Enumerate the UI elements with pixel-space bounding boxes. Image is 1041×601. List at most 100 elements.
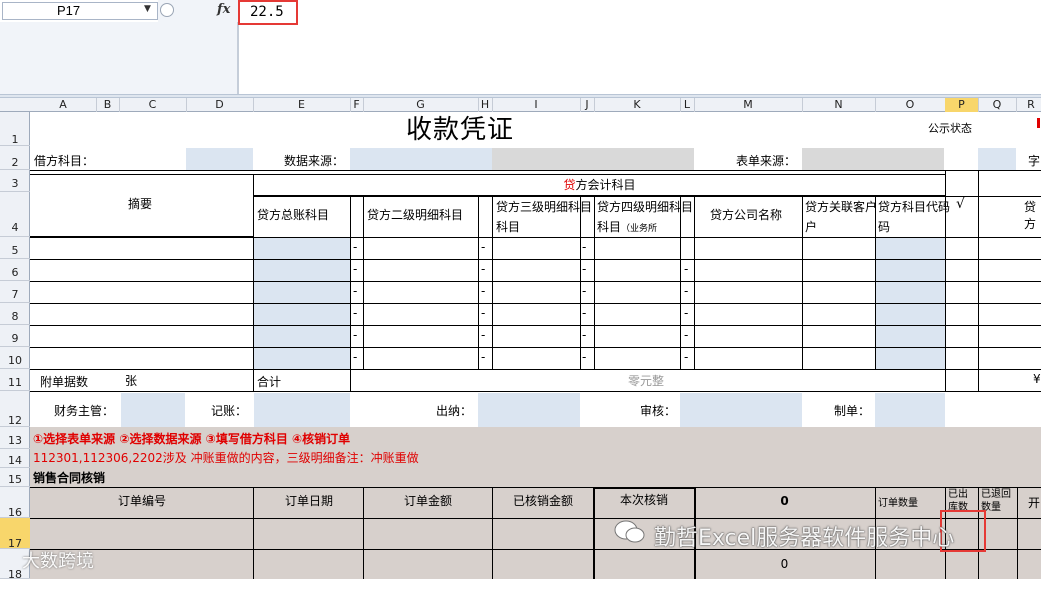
column-header[interactable]: R	[1016, 98, 1041, 112]
row-header[interactable]: 14	[0, 449, 30, 468]
data-source-label: 数据来源：	[284, 154, 345, 168]
preparer-input[interactable]	[875, 393, 945, 427]
q2-input[interactable]	[978, 148, 1016, 170]
row-header-selected[interactable]: 17	[0, 518, 30, 550]
column-header-selected[interactable]: P	[945, 98, 979, 112]
grid-line	[253, 487, 254, 579]
column-header[interactable]: O	[875, 98, 946, 112]
dash: -	[481, 306, 486, 320]
insert-function-icon[interactable]: fx	[217, 2, 230, 17]
dash: -	[684, 306, 689, 320]
grid-line	[680, 196, 681, 369]
row-header[interactable]: 15	[0, 468, 30, 487]
row18-zero: 0	[780, 557, 789, 571]
dash: -	[582, 328, 587, 342]
column-header[interactable]: B	[96, 98, 120, 112]
total-zero: 0	[780, 494, 789, 508]
column-header[interactable]: E	[253, 98, 351, 112]
formula-input[interactable]	[238, 0, 1041, 94]
dash: -	[353, 328, 358, 342]
credit-level4-header-2: 科目（业务所	[597, 220, 658, 234]
row-header[interactable]: 13	[0, 427, 30, 449]
grid-line	[593, 487, 595, 579]
check-mark: √	[956, 196, 965, 212]
formula-value[interactable]: 22.5	[238, 0, 298, 25]
row-header[interactable]: 5	[0, 237, 30, 259]
order-no-header: 订单编号	[117, 494, 166, 508]
grid-line	[30, 518, 1041, 519]
row-header[interactable]: 3	[0, 170, 30, 192]
row-header[interactable]: 4	[0, 192, 30, 237]
row-header[interactable]: 9	[0, 325, 30, 347]
column-header[interactable]: K	[594, 98, 681, 112]
red-marker	[1037, 118, 1040, 128]
column-header[interactable]: A	[30, 98, 97, 112]
finance-manager-input[interactable]	[121, 393, 185, 427]
grid-line	[350, 369, 351, 391]
column-header[interactable]: D	[186, 98, 254, 112]
column-header[interactable]: M	[694, 98, 803, 112]
name-box[interactable]: P17	[2, 2, 158, 20]
column-header[interactable]: Q	[978, 98, 1017, 112]
dash: -	[582, 240, 587, 254]
credit-accounting-header: 贷方会计科目	[254, 174, 945, 196]
row-header[interactable]: 16	[0, 487, 30, 519]
name-box-pane	[0, 22, 238, 94]
grid-line	[254, 196, 1041, 197]
column-header[interactable]: I	[492, 98, 581, 112]
bookkeeper-input[interactable]	[254, 393, 350, 427]
dash: -	[684, 262, 689, 276]
cashier-input[interactable]	[478, 393, 580, 427]
grid-line	[30, 487, 1041, 488]
grid-line	[492, 196, 493, 369]
dash: -	[684, 328, 689, 342]
column-header[interactable]: N	[802, 98, 876, 112]
worksheet-grid[interactable]: 收款凭证 公示状态 借方科目： 数据来源： 表单来源： 字 摘要 贷方会计科目 …	[30, 112, 1041, 579]
column-header[interactable]: H	[478, 98, 493, 112]
credit-extra-header: 贷方	[1024, 200, 1037, 231]
wechat-icon	[614, 520, 646, 544]
note-text: 112301,112306,2202涉及 冲账重做的内容，三级明细备注：冲账重做	[33, 451, 419, 465]
dash: -	[481, 262, 486, 276]
written-off-amount-header: 已核销金额	[512, 494, 573, 508]
credit-accounting-label: 方会计科目	[575, 178, 636, 192]
column-header-bar: A B C D E F G H I J K L M N O P Q R	[0, 98, 1041, 112]
column-header[interactable]: F	[350, 98, 364, 112]
column-header[interactable]: L	[680, 98, 695, 112]
row-header[interactable]: 11	[0, 369, 30, 391]
credit-level4-sub: （业务所	[621, 224, 658, 234]
order-amount-header: 订单金额	[403, 494, 452, 508]
row-header[interactable]: 12	[0, 391, 30, 427]
auditor-input[interactable]	[680, 393, 802, 427]
status-label: 公示状态	[928, 122, 972, 135]
this-writeoff-header: 本次核销	[594, 487, 694, 518]
resize-handle-icon[interactable]	[160, 3, 174, 17]
row-header[interactable]: 6	[0, 259, 30, 281]
column-header[interactable]: J	[580, 98, 595, 112]
credit-subject-code-header: 贷方科目代码	[878, 200, 951, 214]
grid-line	[30, 237, 1041, 238]
data-source-input[interactable]	[350, 148, 492, 170]
returned-qty-header: 已退回数量	[981, 489, 1011, 513]
chevron-down-icon[interactable]: ▼	[144, 4, 151, 14]
debit-subject-input[interactable]	[186, 148, 253, 170]
dash: -	[353, 306, 358, 320]
bookkeeper-label: 记账：	[211, 404, 248, 418]
form-source-input[interactable]	[802, 148, 944, 170]
row-header[interactable]: 7	[0, 281, 30, 303]
form-source-label: 表单来源：	[736, 154, 797, 168]
debit-subject-label: 借方科目：	[34, 154, 95, 168]
attachments-label: 附单据数	[40, 375, 89, 389]
row-header[interactable]: 1	[0, 112, 30, 146]
grid-line	[945, 170, 946, 391]
column-header[interactable]: G	[363, 98, 479, 112]
grid-line	[363, 487, 364, 579]
grid-line	[478, 196, 479, 369]
order-qty-header: 订单数量	[878, 498, 918, 509]
name-box-value: P17	[57, 3, 81, 18]
column-header[interactable]: C	[119, 98, 187, 112]
order-row[interactable]	[30, 518, 594, 549]
row-header[interactable]: 8	[0, 303, 30, 325]
row-header[interactable]: 2	[0, 146, 30, 170]
row-header[interactable]: 10	[0, 347, 30, 369]
